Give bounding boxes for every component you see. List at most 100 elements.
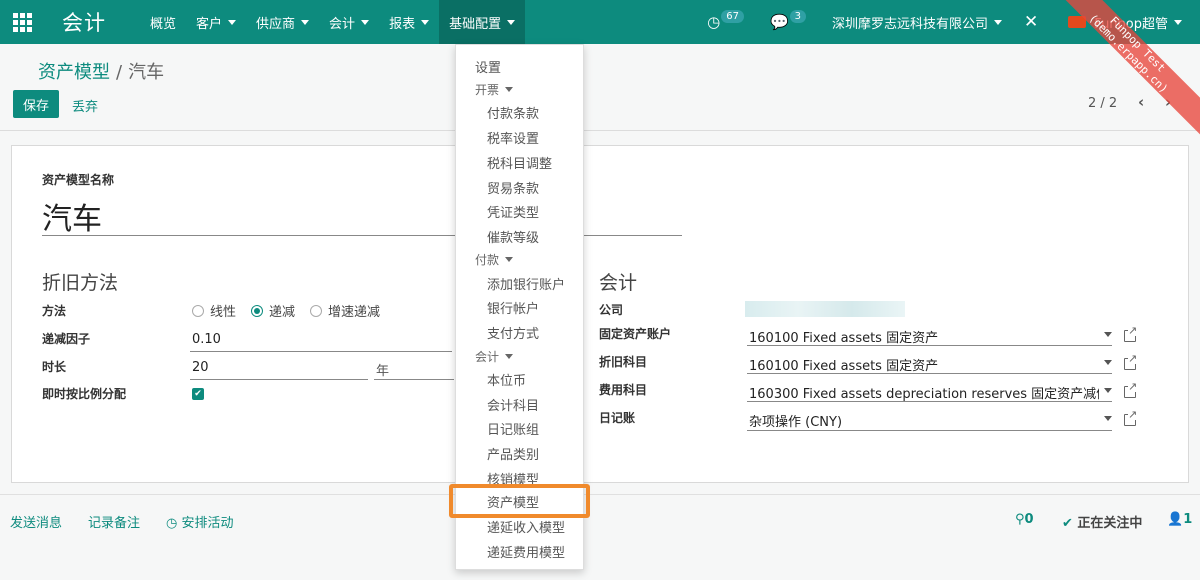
dd-header-invoicing-label: 开票 [475, 83, 500, 97]
radio-degressive[interactable]: 递减 [251, 301, 295, 320]
followers-button[interactable]: 👤1 [1167, 512, 1192, 527]
schedule-activity-label: 安排活动 [181, 516, 234, 531]
external-link-icon[interactable] [1124, 325, 1138, 342]
dd-item-settings[interactable]: 设置 [475, 57, 501, 76]
method-label: 方法 [42, 304, 67, 318]
breadcrumb-separator: / [116, 62, 123, 83]
apps-menu-button[interactable] [0, 0, 44, 44]
dd-item-journal-groups[interactable]: 日记账组 [487, 419, 539, 438]
menu-overview[interactable]: 概览 [140, 0, 186, 44]
clock-icon: ◷ [166, 516, 182, 531]
dd-item-voucher-types[interactable]: 凭证类型 [487, 202, 539, 221]
check-icon: ✔ [1062, 516, 1078, 531]
messages-button[interactable]: 💬 3 [769, 9, 807, 31]
menu-customers[interactable]: 客户 [186, 0, 246, 44]
caret-down-icon[interactable] [1104, 332, 1112, 337]
company-switcher[interactable]: 深圳摩罗志远科技有限公司 [832, 13, 1003, 32]
journal-label: 日记账 [599, 411, 636, 425]
dd-item-deferred-expense-models[interactable]: 递延费用模型 [487, 542, 565, 561]
dd-item-chart-of-accounts[interactable]: 会计科目 [487, 395, 539, 414]
breadcrumb-parent-link[interactable]: 资产模型 [38, 62, 110, 83]
chat-icon: 💬 [769, 13, 789, 31]
menu-vendors[interactable]: 供应商 [246, 0, 319, 44]
dd-header-invoicing: 开票 [475, 81, 514, 98]
log-note-button[interactable]: 记录备注 [88, 512, 140, 531]
dd-header-payments: 付款 [475, 251, 514, 268]
caret-down-icon[interactable] [1104, 416, 1112, 421]
dd-header-accounting-label: 会计 [475, 350, 500, 364]
radio-degressive-circle [251, 304, 263, 317]
external-link-icon[interactable] [1124, 381, 1138, 398]
name-label: 资产模型名称 [42, 173, 115, 187]
menu-configuration-label: 基础配置 [449, 16, 502, 32]
attachments-button[interactable]: ⚲0 [1015, 512, 1034, 527]
prorata-checkbox[interactable]: ✔ [192, 388, 204, 400]
highlight-box [449, 484, 590, 518]
duration-unit-select[interactable]: 年 [376, 360, 389, 379]
discard-button[interactable]: 丢弃 [72, 96, 98, 115]
company-label: 公司 [599, 303, 624, 317]
company-name: 深圳摩罗志远科技有限公司 [832, 16, 989, 32]
journal-select[interactable]: 杂项操作 (CNY) [749, 411, 842, 430]
factor-underline [190, 351, 452, 352]
following-label: 正在关注中 [1077, 516, 1143, 531]
radio-linear-circle [192, 304, 204, 317]
grid-icon [12, 12, 32, 32]
attachments-count: 0 [1024, 512, 1034, 527]
caret-down-icon [505, 87, 514, 92]
depreciation-account-label: 折旧科目 [599, 355, 648, 369]
dd-item-fiscal-positions[interactable]: 税科目调整 [487, 153, 552, 172]
caret-down-icon[interactable] [1104, 388, 1112, 393]
duration-input[interactable]: 20 [192, 360, 209, 375]
menu-reporting[interactable]: 报表 [379, 0, 439, 44]
radio-accelerated-degressive[interactable]: 增速递减 [310, 301, 380, 320]
schedule-activity-button[interactable]: ◷ 安排活动 [166, 512, 234, 531]
dd-item-taxes[interactable]: 税率设置 [487, 128, 539, 147]
dd-item-payment-terms[interactable]: 付款条款 [487, 103, 539, 122]
external-link-icon[interactable] [1124, 353, 1138, 370]
chevron-left-icon[interactable]: ‹ [1138, 93, 1144, 111]
radio-accelerated-label: 增速递减 [328, 305, 381, 320]
following-button[interactable]: ✔ 正在关注中 [1062, 512, 1142, 531]
save-button[interactable]: 保存 [13, 90, 59, 118]
depreciation-account-select[interactable]: 160100 Fixed assets 固定资产 [749, 355, 938, 374]
caret-down-icon[interactable] [1104, 360, 1112, 365]
app-brand[interactable]: 会计 [62, 7, 106, 37]
dd-header-accounting: 会计 [475, 348, 514, 365]
fixed-asset-account-label: 固定资产账户 [599, 327, 672, 341]
fixed-asset-account-select[interactable]: 160100 Fixed assets 固定资产 [749, 327, 938, 346]
send-message-button[interactable]: 发送消息 [10, 512, 62, 531]
dd-item-product-categories[interactable]: 产品类别 [487, 444, 539, 463]
menu-vendors-label: 供应商 [256, 16, 296, 32]
accounting-section-title: 会计 [599, 272, 638, 294]
dd-item-payment-methods[interactable]: 支付方式 [487, 323, 539, 342]
dd-item-deferred-revenue-models[interactable]: 递延收入模型 [487, 517, 565, 536]
activity-button[interactable]: ◷ 67 [707, 9, 744, 31]
dd-item-currencies[interactable]: 本位币 [487, 370, 526, 389]
name-field[interactable]: 汽车 [42, 194, 102, 238]
dd-item-bank-accounts[interactable]: 银行帐户 [487, 298, 539, 317]
factor-input[interactable]: 0.10 [192, 332, 221, 347]
close-icon[interactable]: ✕ [1024, 12, 1038, 32]
paperclip-icon: ⚲ [1015, 512, 1025, 527]
message-count-badge: 3 [789, 9, 807, 23]
dd-item-add-bank-account[interactable]: 添加银行账户 [487, 274, 565, 293]
journal-underline [747, 430, 1112, 431]
caret-down-icon [228, 19, 237, 25]
external-link-icon[interactable] [1124, 409, 1138, 426]
menu-reporting-label: 报表 [389, 16, 416, 32]
menu-accounting[interactable]: 会计 [319, 0, 379, 44]
check-icon: ✔ [194, 389, 202, 399]
followers-count: 1 [1183, 512, 1193, 527]
expense-account-select[interactable]: 160300 Fixed assets depreciation reserve… [749, 383, 1099, 402]
duration-label: 时长 [42, 360, 67, 374]
dd-item-followup-levels[interactable]: 催款等级 [487, 227, 539, 246]
depreciation-account-underline [747, 373, 1112, 374]
dd-item-incoterms[interactable]: 贸易条款 [487, 178, 539, 197]
main-menu: 概览 客户 供应商 会计 报表 基础配置 [140, 0, 526, 44]
company-field-redacted[interactable] [745, 301, 905, 317]
radio-linear[interactable]: 线性 [192, 301, 236, 320]
caret-down-icon [507, 19, 516, 25]
fixed-asset-underline [747, 345, 1112, 346]
menu-configuration[interactable]: 基础配置 [439, 0, 526, 44]
